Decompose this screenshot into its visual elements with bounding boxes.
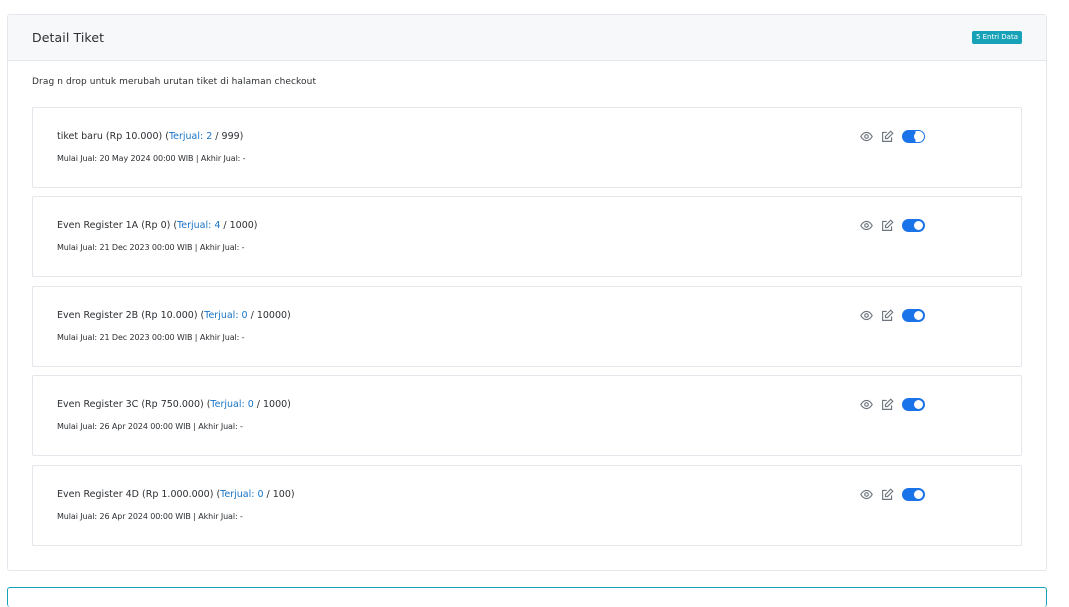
ticket-title: Even Register 1A (Rp 0) (Terjual: 4 / 10… bbox=[57, 220, 258, 231]
ticket-item[interactable]: Even Register 3C (Rp 750.000) (Terjual: … bbox=[32, 375, 1022, 456]
edit-icon[interactable] bbox=[880, 397, 894, 411]
active-toggle[interactable] bbox=[902, 308, 925, 322]
eye-icon[interactable] bbox=[859, 487, 873, 501]
eye-icon[interactable] bbox=[859, 308, 873, 322]
ticket-title: Even Register 3C (Rp 750.000) (Terjual: … bbox=[57, 399, 291, 410]
ticket-actions bbox=[859, 129, 925, 143]
ticket-actions bbox=[859, 397, 925, 411]
ticket-title: Even Register 2B (Rp 10.000) (Terjual: 0… bbox=[57, 310, 291, 321]
card-header: Detail Tiket 5 Entri Data bbox=[8, 15, 1046, 61]
sold-count: Terjual: 0 bbox=[204, 310, 248, 321]
ticket-title: tiket baru (Rp 10.000) (Terjual: 2 / 999… bbox=[57, 131, 244, 142]
toggle-knob bbox=[914, 310, 923, 320]
sold-count: Terjual: 0 bbox=[210, 399, 254, 410]
toggle-knob bbox=[914, 220, 923, 230]
next-card-edge bbox=[7, 587, 1047, 607]
drag-hint: Drag n drop untuk merubah urutan tiket d… bbox=[32, 77, 317, 87]
active-toggle[interactable] bbox=[902, 129, 925, 143]
ticket-actions bbox=[859, 487, 925, 501]
edit-icon[interactable] bbox=[880, 218, 894, 232]
ticket-dates: Mulai Jual: 21 Dec 2023 00:00 WIB | Akhi… bbox=[57, 243, 245, 252]
card-title: Detail Tiket bbox=[32, 30, 105, 45]
edit-icon[interactable] bbox=[880, 487, 894, 501]
entry-count-badge: 5 Entri Data bbox=[971, 31, 1022, 44]
eye-icon[interactable] bbox=[859, 218, 873, 232]
toggle-knob bbox=[914, 131, 923, 141]
ticket-actions bbox=[859, 218, 925, 232]
ticket-detail-card: Detail Tiket 5 Entri Data Drag n drop un… bbox=[7, 14, 1047, 571]
eye-icon[interactable] bbox=[859, 129, 873, 143]
ticket-dates: Mulai Jual: 20 May 2024 00:00 WIB | Akhi… bbox=[57, 154, 246, 163]
sold-count: Terjual: 4 bbox=[177, 220, 221, 231]
eye-icon[interactable] bbox=[859, 397, 873, 411]
ticket-dates: Mulai Jual: 26 Apr 2024 00:00 WIB | Akhi… bbox=[57, 512, 243, 521]
ticket-title: Even Register 4D (Rp 1.000.000) (Terjual… bbox=[57, 489, 295, 500]
toggle-knob bbox=[914, 489, 923, 499]
ticket-dates: Mulai Jual: 21 Dec 2023 00:00 WIB | Akhi… bbox=[57, 333, 245, 342]
active-toggle[interactable] bbox=[902, 397, 925, 411]
edit-icon[interactable] bbox=[880, 308, 894, 322]
ticket-item[interactable]: tiket baru (Rp 10.000) (Terjual: 2 / 999… bbox=[32, 107, 1022, 188]
active-toggle[interactable] bbox=[902, 487, 925, 501]
sold-count: Terjual: 2 bbox=[168, 131, 213, 142]
toggle-knob bbox=[914, 399, 923, 409]
active-toggle[interactable] bbox=[902, 218, 925, 232]
sold-count: Terjual: 0 bbox=[220, 489, 264, 500]
ticket-dates: Mulai Jual: 26 Apr 2024 00:00 WIB | Akhi… bbox=[57, 422, 243, 431]
ticket-item[interactable]: Even Register 2B (Rp 10.000) (Terjual: 0… bbox=[32, 286, 1022, 367]
ticket-actions bbox=[859, 308, 925, 322]
ticket-item[interactable]: Even Register 1A (Rp 0) (Terjual: 4 / 10… bbox=[32, 196, 1022, 277]
ticket-item[interactable]: Even Register 4D (Rp 1.000.000) (Terjual… bbox=[32, 465, 1022, 546]
edit-icon[interactable] bbox=[880, 129, 894, 143]
